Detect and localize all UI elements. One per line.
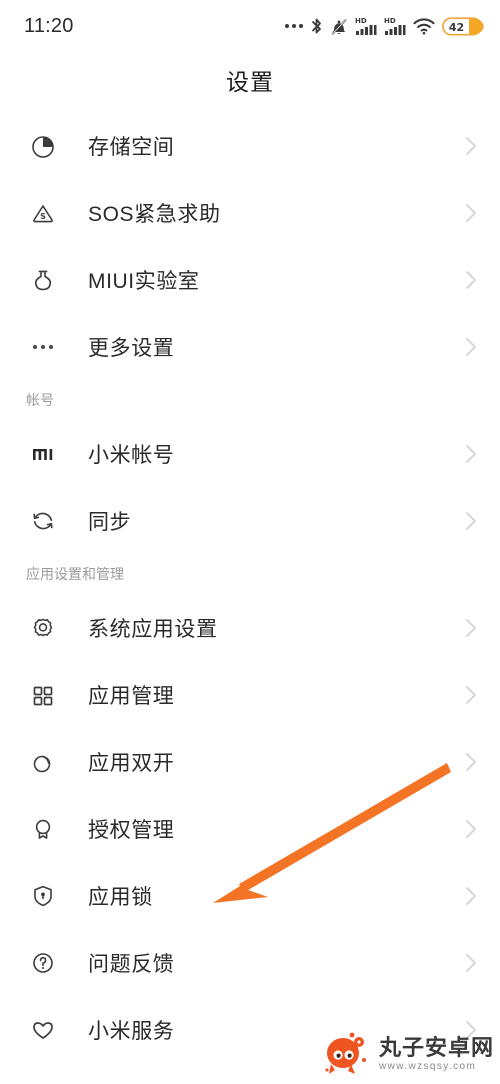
sos-triangle-icon: S bbox=[26, 196, 60, 230]
settings-item-feedback[interactable]: 问题反馈 bbox=[0, 929, 500, 996]
hd-signal-icon: HD bbox=[355, 16, 377, 36]
status-bar-clock: 11:20 bbox=[24, 14, 74, 37]
mascot-icon bbox=[325, 1032, 366, 1074]
settings-item-label: 应用管理 bbox=[88, 684, 175, 708]
watermark-url: www.wzsqsy.com bbox=[378, 1060, 477, 1072]
chevron-right-icon bbox=[465, 751, 478, 773]
settings-item-storage[interactable]: 存储空间 bbox=[0, 112, 500, 179]
settings-item-label: 应用双开 bbox=[88, 751, 175, 775]
settings-item-label: 问题反馈 bbox=[88, 952, 175, 976]
grid-apps-icon bbox=[26, 678, 60, 712]
chevron-right-icon bbox=[465, 510, 478, 532]
award-badge-icon bbox=[26, 812, 60, 846]
settings-item-miui-lab[interactable]: MIUI实验室 bbox=[0, 246, 500, 313]
gear-icon bbox=[26, 611, 60, 645]
chevron-right-icon bbox=[465, 202, 478, 224]
settings-item-label: 同步 bbox=[88, 510, 132, 534]
settings-item-sos[interactable]: S SOS紧急求助 bbox=[0, 179, 500, 246]
watermark: 丸子安卓网 www.wzsqsy.com bbox=[319, 1030, 494, 1078]
battery-icon: 42 bbox=[442, 16, 484, 37]
watermark-site-name: 丸子安卓网 bbox=[378, 1034, 494, 1060]
svg-text:S: S bbox=[40, 212, 46, 221]
question-icon bbox=[26, 946, 60, 980]
settings-item-dual-apps[interactable]: 应用双开 bbox=[0, 728, 500, 795]
flask-icon bbox=[26, 263, 60, 297]
chevron-right-icon bbox=[465, 684, 478, 706]
status-bar: 11:20 HD HD 42 bbox=[0, 0, 500, 52]
settings-item-more-settings[interactable]: 更多设置 bbox=[0, 313, 500, 380]
sync-icon bbox=[26, 504, 60, 538]
settings-item-app-management[interactable]: 应用管理 bbox=[0, 661, 500, 728]
chevron-right-icon bbox=[465, 269, 478, 291]
settings-item-mi-account[interactable]: 小米帐号 bbox=[0, 420, 500, 487]
status-bar-icons: HD HD 42 bbox=[285, 16, 484, 37]
settings-item-label: SOS紧急求助 bbox=[88, 202, 221, 226]
more-dots-icon bbox=[26, 330, 60, 364]
settings-item-app-lock[interactable]: 应用锁 bbox=[0, 862, 500, 929]
settings-item-label: MIUI实验室 bbox=[88, 269, 200, 293]
storage-pie-icon bbox=[26, 129, 60, 163]
chevron-right-icon bbox=[465, 336, 478, 358]
chevron-right-icon bbox=[465, 617, 478, 639]
settings-list: 存储空间 S SOS紧急求助 MIUI实验室 更多设置 帐号 小米帐号 同步 应… bbox=[0, 108, 500, 1063]
settings-item-label: 更多设置 bbox=[88, 336, 175, 360]
chevron-right-icon bbox=[465, 135, 478, 157]
hd-signal-icon: HD bbox=[384, 16, 406, 36]
settings-item-label: 小米帐号 bbox=[88, 443, 175, 467]
settings-screen: 11:20 HD HD 42 设置 存储空间 S SOS紧急求助 MIUI实验室… bbox=[0, 0, 500, 1084]
settings-item-sync[interactable]: 同步 bbox=[0, 487, 500, 554]
wifi-icon bbox=[413, 17, 435, 35]
svg-text:HD: HD bbox=[355, 17, 367, 25]
chevron-right-icon bbox=[465, 818, 478, 840]
title-bar: 设置 bbox=[0, 52, 500, 108]
settings-item-system-app-settings[interactable]: 系统应用设置 bbox=[0, 594, 500, 661]
settings-item-label: 授权管理 bbox=[88, 818, 175, 842]
shield-lock-icon bbox=[26, 879, 60, 913]
settings-item-permissions[interactable]: 授权管理 bbox=[0, 795, 500, 862]
chevron-right-icon bbox=[465, 885, 478, 907]
mi-logo-icon bbox=[26, 437, 60, 471]
settings-item-label: 应用锁 bbox=[88, 885, 153, 909]
chevron-right-icon bbox=[465, 952, 478, 974]
settings-item-label: 系统应用设置 bbox=[88, 617, 218, 641]
chevron-right-icon bbox=[465, 443, 478, 465]
settings-item-label: 小米服务 bbox=[88, 1019, 175, 1043]
dual-circles-icon bbox=[26, 745, 60, 779]
heart-icon bbox=[26, 1013, 60, 1047]
battery-level-text: 42 bbox=[449, 21, 464, 34]
bluetooth-icon bbox=[310, 17, 323, 36]
more-dots-icon bbox=[285, 24, 303, 28]
watermark-text: 丸子安卓网 www.wzsqsy.com bbox=[378, 1034, 494, 1072]
group-header-account: 帐号 bbox=[26, 392, 54, 408]
settings-item-label: 存储空间 bbox=[88, 135, 175, 159]
page-title: 设置 bbox=[226, 69, 274, 95]
group-header-app-management: 应用设置和管理 bbox=[26, 566, 124, 582]
mute-bell-icon bbox=[330, 17, 348, 36]
svg-text:HD: HD bbox=[384, 17, 396, 25]
